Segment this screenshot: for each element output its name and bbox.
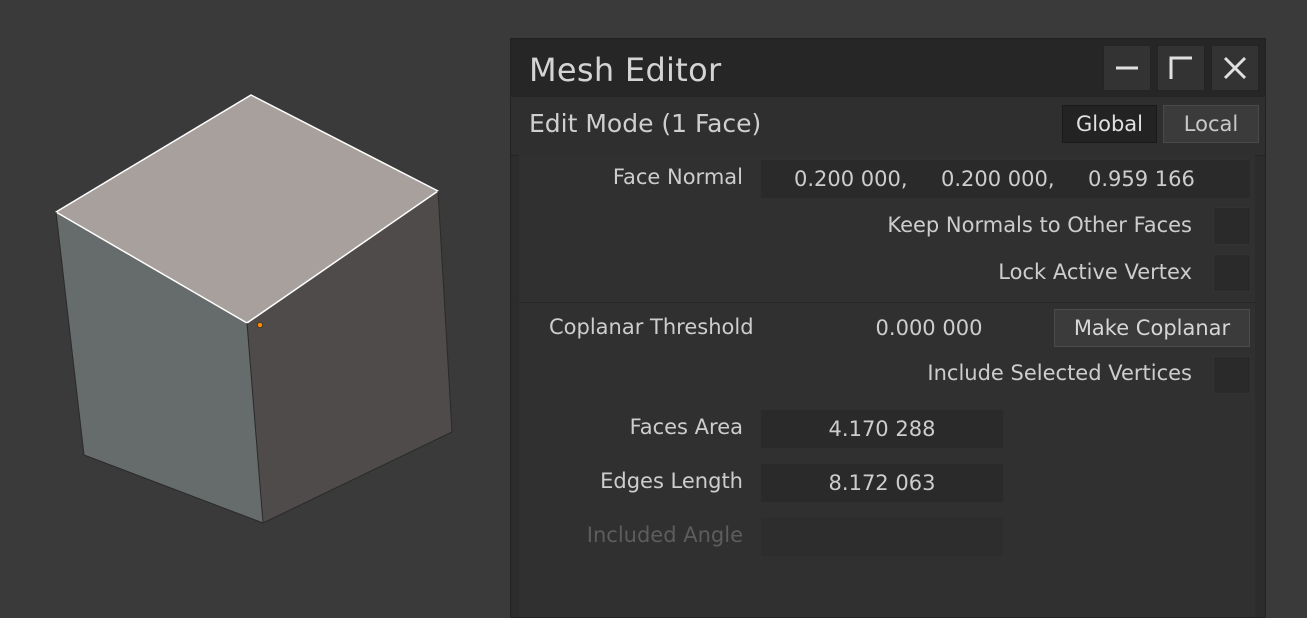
cube-mesh[interactable]: [0, 0, 500, 602]
face-normal-z[interactable]: 0.959 166: [1088, 167, 1195, 191]
faces-area-label: Faces Area: [629, 415, 743, 439]
coplanar-threshold-label: Coplanar Threshold: [549, 315, 754, 339]
make-coplanar-button[interactable]: Make Coplanar: [1054, 309, 1250, 347]
included-angle-label: Included Angle: [586, 523, 743, 547]
keep-normals-checkbox[interactable]: [1213, 207, 1251, 245]
panel-title: Mesh Editor: [529, 51, 722, 89]
included-angle-field: [761, 518, 1003, 556]
include-selected-label: Include Selected Vertices: [927, 361, 1192, 385]
face-normal-field[interactable]: 0.200 000, 0.200 000, 0.959 166: [761, 160, 1250, 198]
edges-length-label: Edges Length: [600, 469, 743, 493]
properties-content: Face Normal 0.200 000, 0.200 000, 0.959 …: [519, 155, 1255, 617]
faces-area-field[interactable]: 4.170 288: [761, 410, 1003, 448]
3d-viewport[interactable]: [0, 0, 500, 602]
edit-mode-label: Edit Mode (1 Face): [529, 109, 762, 138]
close-icon: [1223, 56, 1247, 80]
mesh-editor-panel: Mesh Editor Edit Mode (1 Face) Global Lo…: [510, 38, 1266, 618]
lock-active-vertex-label: Lock Active Vertex: [998, 260, 1192, 284]
close-button[interactable]: [1211, 45, 1259, 91]
minimize-icon: [1116, 66, 1138, 70]
minimize-button[interactable]: [1103, 45, 1151, 91]
include-selected-checkbox[interactable]: [1213, 356, 1251, 394]
maximize-icon: [1169, 56, 1192, 79]
face-normal-y[interactable]: 0.200 000,: [941, 167, 1055, 191]
active-vertex[interactable]: [257, 322, 263, 328]
keep-normals-label: Keep Normals to Other Faces: [887, 213, 1192, 237]
edges-length-field[interactable]: 8.172 063: [761, 464, 1003, 502]
mode-bar: Edit Mode (1 Face) Global Local: [511, 97, 1265, 156]
coplanar-threshold-field[interactable]: 0.000 000: [819, 309, 1039, 347]
maximize-button[interactable]: [1157, 45, 1205, 91]
face-normal-label: Face Normal: [612, 165, 743, 189]
local-toggle[interactable]: Local: [1163, 105, 1259, 143]
global-toggle[interactable]: Global: [1062, 105, 1157, 143]
divider: [519, 302, 1255, 303]
face-normal-x[interactable]: 0.200 000,: [794, 167, 908, 191]
panel-titlebar[interactable]: Mesh Editor: [511, 39, 1265, 98]
lock-active-vertex-checkbox[interactable]: [1213, 254, 1251, 292]
